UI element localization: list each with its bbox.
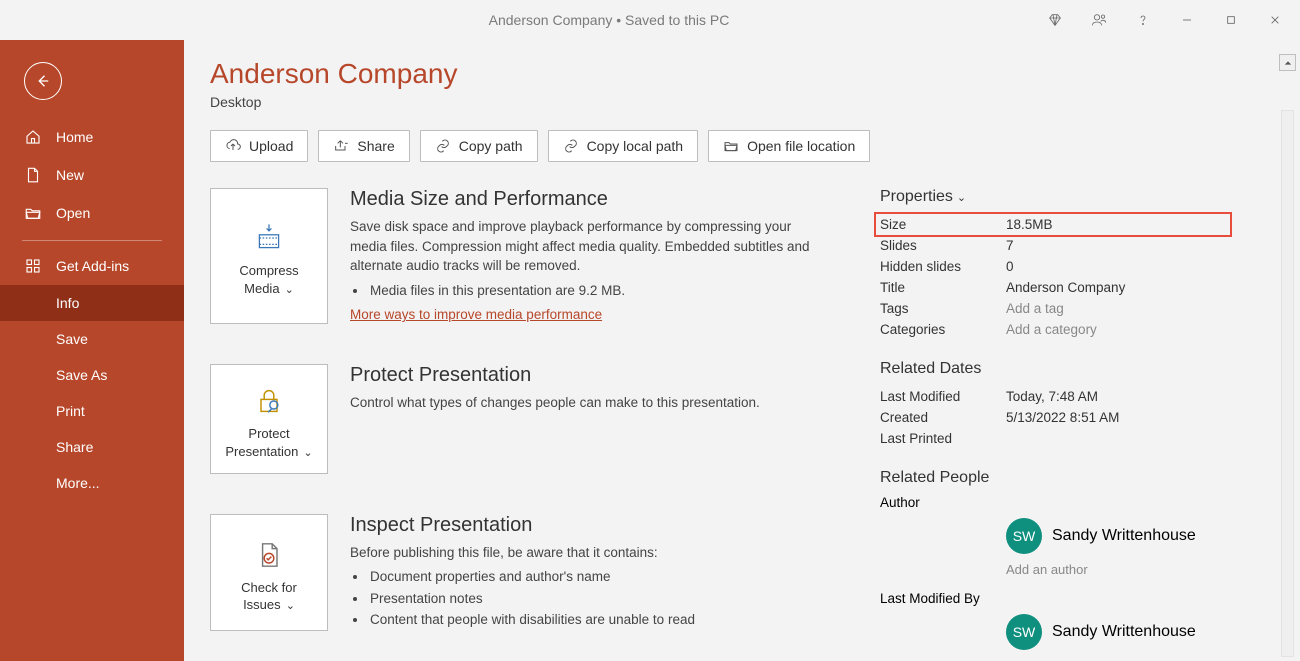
button-label: Upload	[249, 138, 293, 154]
sidebar-item-saveas[interactable]: Save As	[0, 357, 184, 393]
block-title: Media Size and Performance	[350, 188, 820, 211]
main-panel: Anderson Company Desktop Upload Share Co…	[184, 40, 1300, 661]
sidebar-item-addins[interactable]: Get Add-ins	[0, 247, 184, 285]
property-size: Size18.5MB	[876, 214, 1230, 235]
author-label: Author	[880, 495, 1230, 510]
sidebar-item-info[interactable]: Info	[0, 285, 184, 321]
add-author[interactable]: Add an author	[1006, 562, 1230, 577]
sidebar-item-save[interactable]: Save	[0, 321, 184, 357]
inspect-bullet: Document properties and author's name	[368, 566, 695, 588]
button-label: Share	[357, 138, 394, 154]
protect-icon	[253, 383, 285, 419]
date-last-modified: Last ModifiedToday, 7:48 AM	[880, 386, 1230, 407]
backstage-sidebar: Home New Open Get Add-ins Info Save Save…	[0, 40, 184, 661]
button-label: Copy local path	[587, 138, 684, 154]
check-issues-icon	[253, 537, 285, 573]
sidebar-label: Save As	[56, 367, 107, 383]
author-name: Sandy Writtenhouse	[1052, 527, 1196, 545]
sidebar-item-new[interactable]: New	[0, 156, 184, 194]
premium-icon[interactable]	[1034, 5, 1076, 35]
titlebar: Anderson Company • Saved to this PC	[0, 0, 1300, 40]
property-tags[interactable]: TagsAdd a tag	[880, 298, 1230, 319]
copy-local-path-button[interactable]: Copy local path	[548, 130, 699, 162]
chevron-down-icon: ⌄	[300, 447, 312, 459]
button-label: Open file location	[747, 138, 855, 154]
sidebar-label: Share	[56, 439, 93, 455]
sidebar-item-open[interactable]: Open	[0, 194, 184, 232]
sidebar-label: More...	[56, 475, 100, 491]
avatar: SW	[1006, 614, 1042, 650]
scrollbar[interactable]	[1281, 110, 1294, 657]
sidebar-item-print[interactable]: Print	[0, 393, 184, 429]
media-performance-link[interactable]: More ways to improve media performance	[350, 307, 602, 322]
person-name: Sandy Writtenhouse	[1052, 623, 1196, 641]
sidebar-item-share[interactable]: Share	[0, 429, 184, 465]
sidebar-item-home[interactable]: Home	[0, 118, 184, 156]
block-description: Save disk space and improve playback per…	[350, 217, 820, 276]
sidebar-item-more[interactable]: More...	[0, 465, 184, 501]
last-modified-by-label: Last Modified By	[880, 591, 1230, 606]
maximize-button[interactable]	[1210, 5, 1252, 35]
scroll-up-button[interactable]	[1279, 54, 1296, 71]
block-title: Protect Presentation	[350, 364, 760, 387]
copy-path-button[interactable]: Copy path	[420, 130, 538, 162]
property-slides: Slides7	[880, 235, 1230, 256]
open-location-button[interactable]: Open file location	[708, 130, 870, 162]
sidebar-label: Save	[56, 331, 88, 347]
sidebar-separator	[22, 240, 162, 241]
inspect-block: Check forIssues ⌄ Inspect Presentation B…	[210, 514, 860, 631]
block-description: Before publishing this file, be aware th…	[350, 543, 695, 563]
chevron-down-icon: ⌄	[282, 284, 294, 296]
check-issues-button[interactable]: Check forIssues ⌄	[210, 514, 328, 631]
sidebar-label: Open	[56, 205, 90, 221]
related-dates-header: Related Dates	[880, 360, 1230, 378]
media-size-bullet: Media files in this presentation are 9.2…	[368, 280, 820, 302]
sidebar-label: New	[56, 167, 84, 183]
help-icon[interactable]	[1122, 5, 1164, 35]
compress-media-icon	[253, 220, 285, 256]
avatar: SW	[1006, 518, 1042, 554]
button-label: Copy path	[459, 138, 523, 154]
media-block: CompressMedia ⌄ Media Size and Performan…	[210, 188, 860, 324]
protect-presentation-button[interactable]: ProtectPresentation ⌄	[210, 364, 328, 473]
block-title: Inspect Presentation	[350, 514, 695, 537]
chevron-down-icon: ⌄	[957, 191, 966, 204]
back-button[interactable]	[24, 62, 62, 100]
date-last-printed: Last Printed	[880, 428, 1230, 449]
open-icon	[24, 204, 42, 222]
property-categories[interactable]: CategoriesAdd a category	[880, 319, 1230, 340]
document-location: Desktop	[210, 94, 1300, 110]
property-hidden-slides: Hidden slides0	[880, 256, 1230, 277]
share-button[interactable]: Share	[318, 130, 409, 162]
close-button[interactable]	[1254, 5, 1296, 35]
account-icon[interactable]	[1078, 5, 1120, 35]
addins-icon	[24, 257, 42, 275]
minimize-button[interactable]	[1166, 5, 1208, 35]
date-created: Created5/13/2022 8:51 AM	[880, 407, 1230, 428]
window-title: Anderson Company • Saved to this PC	[184, 12, 1034, 28]
chevron-down-icon: ⌄	[283, 600, 295, 612]
compress-media-button[interactable]: CompressMedia ⌄	[210, 188, 328, 324]
protect-block: ProtectPresentation ⌄ Protect Presentati…	[210, 364, 860, 473]
author-person[interactable]: SW Sandy Writtenhouse	[1006, 514, 1230, 558]
document-title: Anderson Company	[210, 58, 1300, 90]
sidebar-label: Print	[56, 403, 85, 419]
home-icon	[24, 128, 42, 146]
property-title[interactable]: TitleAnderson Company	[880, 277, 1230, 298]
new-icon	[24, 166, 42, 184]
sidebar-label: Get Add-ins	[56, 258, 129, 274]
upload-button[interactable]: Upload	[210, 130, 308, 162]
inspect-bullet: Content that people with disabilities ar…	[368, 609, 695, 631]
last-modified-by-person[interactable]: SW Sandy Writtenhouse	[1006, 610, 1230, 654]
inspect-bullet: Presentation notes	[368, 588, 695, 610]
block-description: Control what types of changes people can…	[350, 393, 760, 413]
properties-header[interactable]: Properties⌄	[880, 188, 1230, 206]
sidebar-label: Home	[56, 129, 93, 145]
sidebar-label: Info	[56, 295, 79, 311]
related-people-header: Related People	[880, 469, 1230, 487]
